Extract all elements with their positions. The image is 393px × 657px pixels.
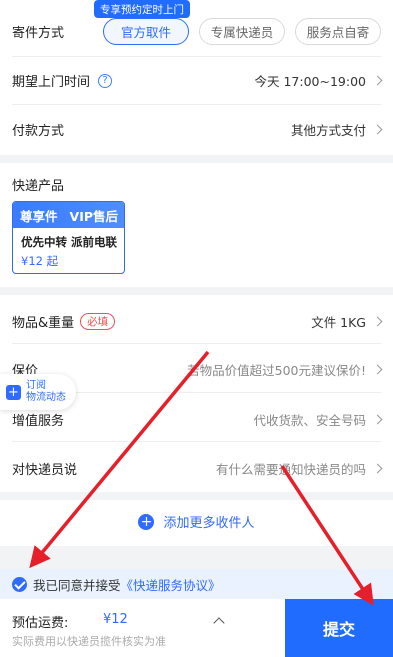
subscribe-line2: 物流动态 [26,392,66,403]
product-option-card[interactable]: 尊享件 VIP售后 优先中转 派前电联 ¥12 起 [12,201,125,274]
goods-value: 文件 1KG [311,312,383,331]
product-brand: 尊享件 [20,208,58,224]
add-recipient-button[interactable]: + 添加更多收件人 [0,512,393,531]
payment-text: 其他方式支付 [290,123,366,138]
courier-note-text: 有什么需要通知快递员的吗 [215,462,366,477]
promo-tag: 专享预约定时上门 [94,0,190,22]
subscribe-text: 订阅 物流动态 [26,380,66,404]
payment-value: 其他方式支付 [290,120,383,139]
estimate-price: ¥12 [103,612,128,627]
agreement-prefix: 我已同意并接受 [33,577,121,593]
footer-bar: 预估运费: ¥12 实际费用以快递员揽件核实为准 提交 [0,599,393,657]
send-option-official-pickup[interactable]: 官方取件 [103,18,189,45]
estimate-label: 预估运费: [12,616,69,631]
order-basic-card: 寄件方式 专享预约定时上门 官方取件 专属快递员 服务点自寄 期望上门时间 ? … [0,0,393,155]
divider [12,441,381,442]
product-tier: VIP售后 [69,208,119,224]
send-option-self-dropoff[interactable]: 服务点自寄 [295,18,381,45]
chevron-right-icon [372,463,383,474]
product-section-row: 快递产品 [12,175,381,194]
courier-note-label: 对快递员说 [12,463,78,478]
goods-text: 文件 1KG [311,315,366,330]
insurance-text: 若物品价值超过500元建议保价! [187,363,366,378]
value-added-text: 代收货款、安全号码 [253,413,366,428]
subscribe-tracking-button[interactable]: + 订阅 物流动态 [0,374,76,410]
value-added-row[interactable]: 增值服务 代收货款、安全号码 [12,410,383,429]
required-badge: 必填 [80,313,116,330]
subscribe-line1: 订阅 [26,380,46,391]
value-added-value: 代收货款、安全号码 [253,410,383,429]
send-method-label: 寄件方式 [12,26,65,41]
pickup-time-value: 今天 17:00~19:00 [254,71,383,90]
chevron-right-icon [372,364,383,375]
payment-row[interactable]: 付款方式 其他方式支付 [12,120,383,139]
agreement-bar: 我已同意并接受 《快递服务协议》 [0,569,393,599]
agreement-link[interactable]: 《快递服务协议》 [121,575,221,594]
plus-icon: + [6,384,21,400]
insurance-value: 若物品价值超过500元建议保价! [187,360,383,379]
pickup-time-row[interactable]: 期望上门时间 ? 今天 17:00~19:00 [12,71,383,90]
pickup-time-label: 期望上门时间 [12,75,91,90]
checkbox-checked-icon[interactable] [12,576,27,592]
product-price: ¥12 起 [21,254,59,268]
pickup-time-text: 今天 17:00~19:00 [254,74,367,89]
goods-label: 物品&重量 [12,316,75,331]
chevron-right-icon [372,414,383,425]
goods-row[interactable]: 物品&重量 必填 文件 1KG [12,312,383,331]
help-icon[interactable]: ? [98,73,113,88]
payment-label: 付款方式 [12,124,65,139]
divider [12,104,381,105]
divider [12,56,381,57]
product-header: 尊享件 VIP售后 [13,202,124,228]
courier-note-value: 有什么需要通知快递员的吗 [215,459,383,478]
chevron-right-icon [372,75,383,86]
product-section-label: 快递产品 [12,179,65,194]
chevron-right-icon [372,316,383,327]
submit-button[interactable]: 提交 [285,599,393,657]
product-name: 优先中转 派前电联 [21,235,118,249]
courier-note-row[interactable]: 对快递员说 有什么需要通知快递员的吗 [12,459,383,478]
add-circle-icon: + [138,513,155,530]
send-option-dedicated-courier[interactable]: 专属快递员 [199,18,285,45]
divider [12,343,381,344]
chevron-up-icon[interactable] [213,617,225,629]
chevron-right-icon [372,124,383,135]
estimate-note: 实际费用以快递员揽件核实为准 [12,635,166,648]
add-recipient-label: 添加更多收件人 [163,516,255,531]
value-added-label: 增值服务 [12,414,65,429]
